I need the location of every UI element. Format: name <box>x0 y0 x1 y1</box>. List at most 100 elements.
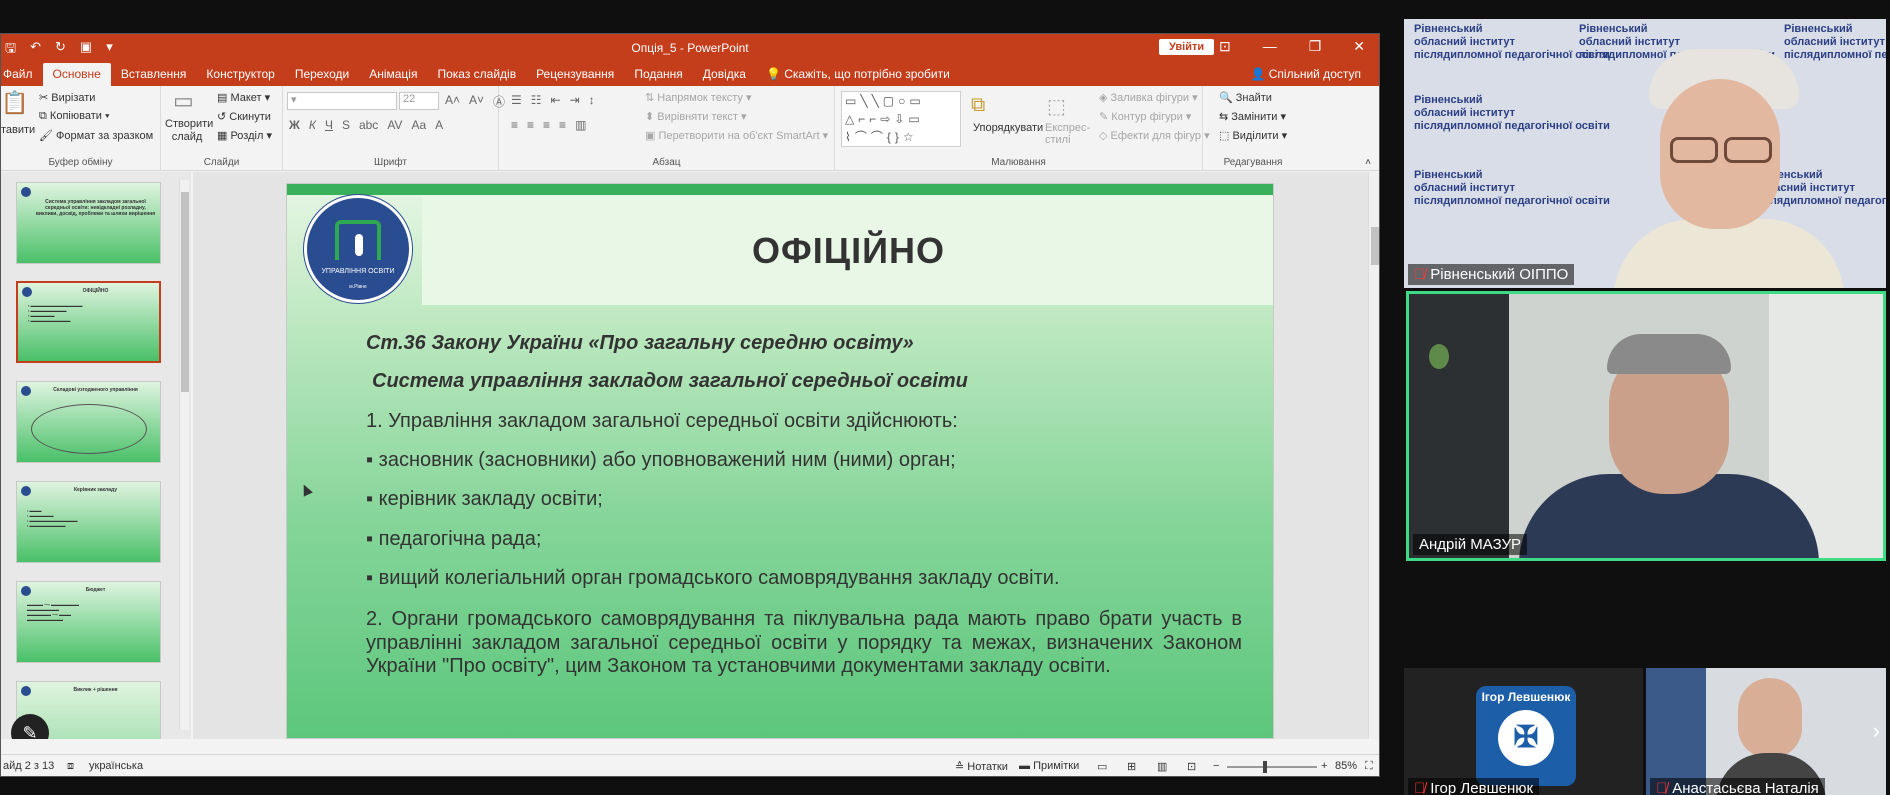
align-text-button[interactable]: ⬍ Вирівняти текст ▾ <box>645 110 747 123</box>
reading-view-icon[interactable]: ▥ <box>1157 760 1167 773</box>
replace-button[interactable]: ⇆ Замінити ▾ <box>1219 110 1286 123</box>
text-direction-button[interactable]: ⇅ Напрямок тексту ▾ <box>645 91 752 104</box>
spacing-icon[interactable]: AV <box>387 118 402 132</box>
collapse-ribbon-icon[interactable]: ˄ <box>1365 157 1371 168</box>
copy-button[interactable]: ⧉ Копіювати ▾ <box>39 110 110 123</box>
bold-icon[interactable]: Ж <box>289 118 300 132</box>
thumbnail-2[interactable]: ОФІЦІЙНО ▪ ▬▬▬▬▬▬▬▬▬▬▬▬▬ ▪ ▬▬▬▬▬▬▬▬▬ ▪ ▬▬▬… <box>16 281 161 363</box>
thumbnail-4[interactable]: Керівник закладу • ▬▬▬ • ▬▬▬▬▬▬ • ▬▬▬▬▬▬▬▬… <box>16 481 161 563</box>
tab-home[interactable]: Основне <box>42 63 111 86</box>
slide-scrollbar[interactable] <box>1368 172 1379 739</box>
slide-bullet-2[interactable]: ▪ керівник закладу освіти; <box>366 488 603 511</box>
case-icon[interactable]: Aa <box>411 118 426 132</box>
slide-title-box[interactable]: ОФІЦІЙНО <box>422 195 1273 305</box>
video-tile-ihor[interactable]: Ігор Левшенюк ✠ 🎙̸ Ігор Левшенюк <box>1404 668 1643 795</box>
video-tile-institute[interactable]: Рівненський обласний інститут післядипломн… <box>1404 19 1886 288</box>
tab-help[interactable]: Довідка <box>693 63 756 86</box>
tab-slideshow[interactable]: Показ слайдів <box>427 63 526 86</box>
shape-fill-button[interactable]: ◈ Заливка фігури ▾ <box>1099 91 1198 104</box>
tell-me-search[interactable]: 💡 Скажіть, що потрібно зробити <box>756 63 960 86</box>
section-button[interactable]: ▦ Розділ ▾ <box>217 129 272 142</box>
align-center-icon[interactable]: ≡ <box>527 118 534 132</box>
shrink-font-icon[interactable]: A˅ <box>469 93 484 110</box>
numbering-icon[interactable]: ☷ <box>531 93 542 107</box>
shape-effects-button[interactable]: ◇ Ефекти для фігур ▾ <box>1099 129 1210 142</box>
quick-styles-button[interactable]: Експрес-стилі <box>1045 122 1090 146</box>
scrollbar-thumb[interactable] <box>181 192 189 392</box>
signin-button[interactable]: Увійти <box>1159 39 1215 55</box>
cut-button[interactable]: ✂ Вирізати <box>39 91 95 104</box>
justify-icon[interactable]: ≡ <box>559 118 566 132</box>
tab-insert[interactable]: Вставлення <box>111 63 197 86</box>
font-color-icon[interactable]: A <box>435 118 443 132</box>
tab-view[interactable]: Подання <box>624 63 692 86</box>
normal-view-icon[interactable]: ▭ <box>1097 760 1107 773</box>
strike-icon[interactable]: abc <box>359 118 378 132</box>
increase-indent-icon[interactable]: ⇥ <box>570 93 580 107</box>
fit-slide-icon[interactable]: ⛶ <box>1365 760 1373 773</box>
slide-heading-system[interactable]: Система управління закладом загальної се… <box>372 370 968 393</box>
paste-icon[interactable]: 📋 <box>1 90 28 116</box>
thumbnail-1[interactable]: Система управління закладом загальної се… <box>16 182 161 264</box>
align-right-icon[interactable]: ≡ <box>543 118 550 132</box>
new-slide-button[interactable]: Створити слайд <box>165 118 213 144</box>
shadow-icon[interactable]: S <box>342 118 350 132</box>
comments-button[interactable]: ▬ Примітки <box>1019 760 1079 772</box>
zoom-slider-thumb[interactable] <box>1263 761 1267 773</box>
slideshow-icon[interactable]: ⊡ <box>1187 760 1196 773</box>
close-icon[interactable]: ✕ <box>1353 38 1365 55</box>
slide-line-1[interactable]: 1. Управління закладом загальної середнь… <box>366 410 958 433</box>
spellcheck-icon[interactable]: ⧈ <box>67 760 74 773</box>
shapes-gallery[interactable]: ▭╲╲▢○▭ △⌐⌐⇨⇩▭ ⌇⌒⌒{}☆ <box>841 91 961 147</box>
find-button[interactable]: 🔍 Знайти <box>1219 91 1272 104</box>
paste-button[interactable]: тавити <box>1 124 35 136</box>
zoom-slider[interactable] <box>1227 761 1317 773</box>
tab-animations[interactable]: Анімація <box>359 63 427 86</box>
current-slide[interactable]: ОФІЦІЙНО УПРАВЛІННЯ ОСВІТИ м.Рівне Ст.36… <box>286 183 1274 739</box>
slide-heading-law[interactable]: Ст.36 Закону України «Про загальну серед… <box>366 332 914 355</box>
grow-font-icon[interactable]: A˄ <box>445 93 460 110</box>
font-size-combo[interactable]: 22 <box>399 92 439 110</box>
quick-styles-icon[interactable]: ⬚ <box>1047 94 1066 119</box>
video-tile-active-speaker[interactable]: Андрій МАЗУР <box>1406 291 1886 561</box>
decrease-indent-icon[interactable]: ⇤ <box>551 93 561 107</box>
ribbon-display-icon[interactable]: ⊡ <box>1219 38 1231 55</box>
italic-icon[interactable]: К <box>309 118 316 132</box>
align-left-icon[interactable]: ≡ <box>511 118 518 132</box>
underline-icon[interactable]: Ч <box>325 118 333 132</box>
next-page-icon[interactable]: › <box>1873 718 1880 744</box>
thumbnails-scrollbar[interactable] <box>179 180 189 730</box>
tab-design[interactable]: Конструктор <box>196 63 284 86</box>
thumbnail-3[interactable]: Складові узгодженого управління <box>16 381 161 463</box>
slide-bullet-4[interactable]: ▪ вищий колегіальний орган громадського … <box>366 567 1060 590</box>
zoom-in-icon[interactable]: + <box>1321 760 1327 772</box>
format-painter-button[interactable]: 🖌 Формат за зразком <box>39 129 153 142</box>
tab-file[interactable]: Файл <box>1 63 43 86</box>
arrange-icon[interactable]: ⧉ <box>971 94 985 117</box>
minimize-icon[interactable]: — <box>1263 38 1277 55</box>
bullets-icon[interactable]: ☰ <box>511 93 522 107</box>
slide-sorter-icon[interactable]: ⊞ <box>1127 760 1136 773</box>
share-button[interactable]: 👤 Спільний доступ <box>1250 67 1361 81</box>
line-spacing-icon[interactable]: ↕ <box>589 93 595 107</box>
zoom-out-icon[interactable]: − <box>1213 760 1219 772</box>
notes-button[interactable]: ≙ Нотатки <box>955 760 1008 773</box>
thumbnail-5[interactable]: Бюджет ▬▬▬▬ ⟶ ▬▬▬▬▬▬▬ ▬▬▬▬▬▬▬▬ ▬▬▬▬▬▬ ⟶ ▬▬… <box>16 581 161 663</box>
zoom-level[interactable]: 85% <box>1335 760 1357 772</box>
select-button[interactable]: ⬚ Виділити ▾ <box>1219 129 1287 142</box>
font-name-combo[interactable]: ▾ <box>287 92 397 110</box>
columns-icon[interactable]: ▥ <box>575 118 586 132</box>
scrollbar-thumb[interactable] <box>1371 227 1379 265</box>
language-indicator[interactable]: українська <box>89 760 143 772</box>
video-tile-nataliia[interactable]: › 🎙̸ Анастасьєва Наталія <box>1646 668 1886 795</box>
restore-icon[interactable]: ❐ <box>1309 38 1322 55</box>
layout-button[interactable]: ▤ Макет ▾ <box>217 91 270 104</box>
shape-outline-button[interactable]: ✎ Контур фігури ▾ <box>1099 110 1191 123</box>
arrange-button[interactable]: Упорядкувати <box>973 122 1043 134</box>
tab-transitions[interactable]: Переходи <box>285 63 359 86</box>
tab-review[interactable]: Рецензування <box>526 63 624 86</box>
slide-bullet-3[interactable]: ▪ педагогічна рада; <box>366 528 541 551</box>
smartart-button[interactable]: ▣ Перетворити на об'єкт SmartArt ▾ <box>645 129 828 142</box>
slide-paragraph-2[interactable]: 2. Органи громадського самоврядування та… <box>366 608 1242 679</box>
slide-bullet-1[interactable]: ▪ засновник (засновники) або уповноважен… <box>366 449 956 472</box>
